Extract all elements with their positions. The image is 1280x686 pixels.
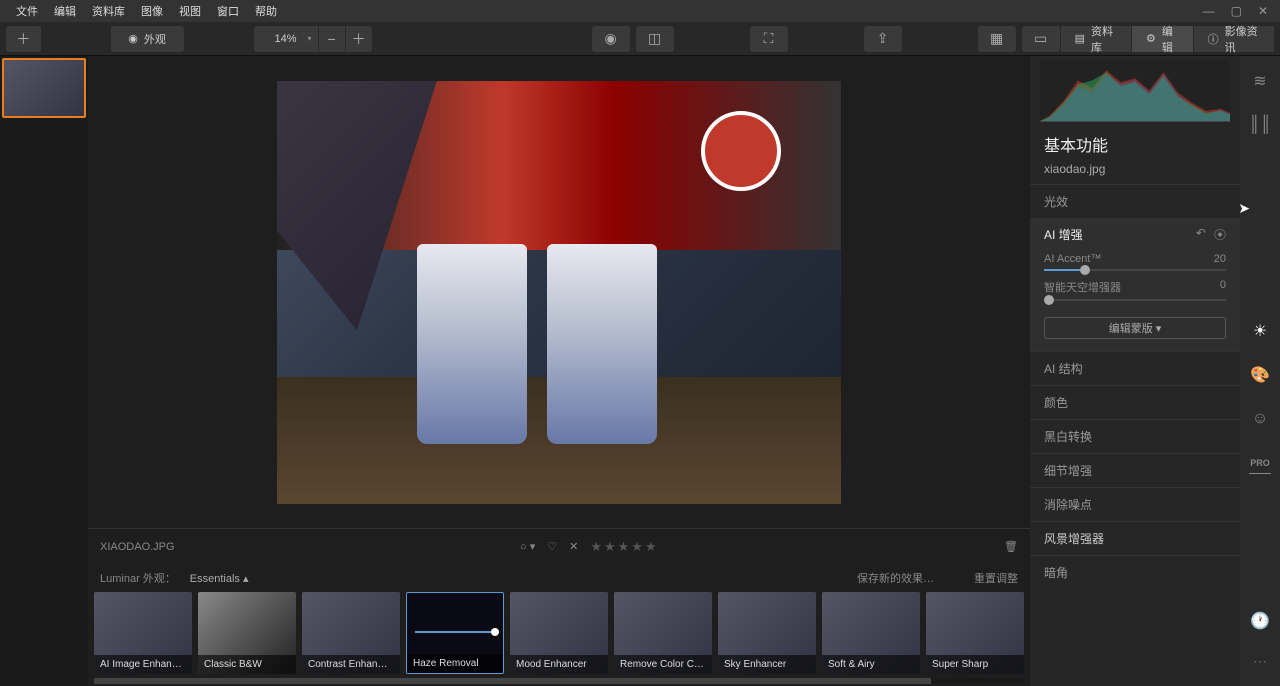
tab-library[interactable]: ▤ 资料库 (1061, 26, 1131, 52)
sliders-icon: ⚙ (1146, 32, 1156, 45)
presets-category-dropdown[interactable]: Essentials ▴ (190, 572, 249, 585)
tab-edit[interactable]: ⚙ 编辑 (1132, 26, 1193, 52)
ai-accent-value: 20 (1214, 253, 1226, 265)
preset-super-sharp[interactable]: Super Sharp (926, 592, 1024, 674)
luminar-looks-label: Luminar 外观： (100, 570, 176, 586)
preset-remove-color-cast[interactable]: Remove Color C… (614, 592, 712, 674)
preset-haze-removal[interactable]: Haze Removal (406, 592, 504, 674)
section-light[interactable]: 光效 (1030, 184, 1240, 218)
menu-edit[interactable]: 编辑 (46, 3, 84, 19)
section-ai-structure[interactable]: AI 结构 (1030, 351, 1240, 385)
history-icon[interactable]: 🕐 (1249, 610, 1271, 632)
tab-library-label: 资料库 (1091, 23, 1117, 55)
section-ai-enhance: AI 增强 ↶ ⦿ AI Accent™ 20 智能天空增强器 0 (1030, 218, 1240, 351)
section-bw[interactable]: 黑白转换 (1030, 419, 1240, 453)
ai-enhance-title: AI 增强 (1044, 226, 1083, 243)
menu-library[interactable]: 资料库 (84, 3, 133, 19)
preset-ai-image-enhancer[interactable]: AI Image Enhan… (94, 592, 192, 674)
edit-sidebar: 基本功能 xiaodao.jpg 光效 AI 增强 ↶ ⦿ AI Accent™… (1030, 56, 1240, 686)
library-icon: ▤ (1075, 32, 1085, 45)
eye-look-icon: ◉ (128, 32, 138, 45)
preset-mood-enhancer[interactable]: Mood Enhancer (510, 592, 608, 674)
main-area: XIAODAO.JPG ○ ▾ ♡ ✕ ★★★★★ 🗑 Luminar 外观： … (0, 56, 1280, 686)
presets-strip: AI Image Enhan… Classic B&W Contrast Enh… (88, 592, 1030, 678)
panel-title: 基本功能 (1030, 126, 1240, 160)
close-button[interactable]: ✕ (1254, 4, 1272, 18)
ai-accent-label: AI Accent™ (1044, 253, 1101, 265)
minimize-button[interactable]: — (1199, 4, 1219, 18)
tool-category-rail: ≋ ║║ ☀ 🎨 ☺ PRO 🕐 ⋯ (1240, 56, 1280, 686)
zoom-dropdown[interactable]: 14% (254, 26, 318, 52)
preset-soft-airy[interactable]: Soft & Airy (822, 592, 920, 674)
creative-icon[interactable]: 🎨 (1249, 364, 1271, 386)
export-button[interactable]: ⇪ (864, 26, 902, 52)
menu-window[interactable]: 窗口 (209, 3, 247, 19)
zoom-controls: 14% − ＋ (254, 26, 372, 52)
photo-preview (277, 81, 841, 504)
tab-edit-label: 编辑 (1162, 23, 1179, 55)
section-details[interactable]: 细节增强 (1030, 453, 1240, 487)
menu-help[interactable]: 帮助 (247, 3, 285, 19)
tab-info[interactable]: ⓘ 影像资讯 (1194, 26, 1274, 52)
grid-view-button[interactable]: ▦ (978, 26, 1016, 52)
crop-button[interactable]: ⛶ (750, 26, 788, 52)
look-label: 外观 (144, 31, 166, 47)
compare-toggle[interactable]: ◫ (636, 26, 674, 52)
zoom-in-button[interactable]: ＋ (346, 26, 372, 52)
look-button[interactable]: ◉ 外观 (111, 26, 184, 52)
panel-filename: xiaodao.jpg (1030, 160, 1240, 184)
toggle-icon[interactable]: ⦿ (1214, 226, 1226, 243)
section-color[interactable]: 颜色 (1030, 385, 1240, 419)
undo-icon[interactable]: ↶ (1196, 226, 1206, 243)
edit-mask-button[interactable]: 编辑蒙版 ▾ (1044, 317, 1226, 339)
canvas-tools-icon[interactable]: ║║ (1249, 114, 1271, 136)
ai-sky-label: 智能天空增强器 (1044, 279, 1121, 295)
more-icon[interactable]: ⋯ (1249, 650, 1271, 672)
essentials-icon[interactable]: ☀ (1249, 320, 1271, 342)
pro-icon[interactable]: PRO (1249, 452, 1271, 474)
ai-accent-slider[interactable]: AI Accent™ 20 (1044, 253, 1226, 271)
menu-file[interactable]: 文件 (8, 3, 46, 19)
canvas[interactable] (88, 56, 1030, 528)
image-filename: XIAODAO.JPG (100, 541, 175, 553)
portrait-icon[interactable]: ☺ (1249, 408, 1271, 430)
reset-adjustments-button[interactable]: 重置调整 (974, 570, 1018, 586)
single-view-button[interactable]: ▭ (1022, 26, 1060, 52)
menu-bar: 文件 编辑 资料库 图像 视图 窗口 帮助 — ▢ ✕ (0, 0, 1280, 22)
preset-sky-enhancer[interactable]: Sky Enhancer (718, 592, 816, 674)
preset-classic-bw[interactable]: Classic B&W (198, 592, 296, 674)
menu-image[interactable]: 图像 (133, 3, 171, 19)
thumbnail-selected[interactable] (2, 58, 86, 118)
ai-sky-slider[interactable]: 智能天空增强器 0 (1044, 279, 1226, 301)
tab-info-label: 影像资讯 (1225, 23, 1260, 55)
flag-icon[interactable]: ○ ▾ (520, 540, 535, 553)
info-icon: ⓘ (1208, 31, 1219, 47)
section-denoise[interactable]: 消除噪点 (1030, 487, 1240, 521)
menu-view[interactable]: 视图 (171, 3, 209, 19)
window-controls: — ▢ ✕ (1199, 4, 1272, 18)
ai-sky-value: 0 (1220, 279, 1226, 295)
maximize-button[interactable]: ▢ (1227, 4, 1246, 18)
presets-header: Luminar 外观： Essentials ▴ 保存新的效果… 重置调整 (88, 564, 1030, 592)
layers-icon[interactable]: ≋ (1249, 70, 1271, 92)
presets-scrollbar[interactable] (94, 678, 1024, 684)
histogram[interactable] (1040, 60, 1230, 122)
trash-button[interactable]: 🗑 (1004, 540, 1018, 553)
preset-contrast-enhancer[interactable]: Contrast Enhan… (302, 592, 400, 674)
canvas-area: XIAODAO.JPG ○ ▾ ♡ ✕ ★★★★★ 🗑 Luminar 外观： … (88, 56, 1030, 686)
favorite-icon[interactable]: ♡ (547, 540, 557, 553)
section-landscape[interactable]: 风景增强器 (1030, 521, 1240, 555)
image-info-bar: XIAODAO.JPG ○ ▾ ♡ ✕ ★★★★★ 🗑 (88, 528, 1030, 564)
left-filmstrip (0, 56, 88, 686)
add-button[interactable]: ＋ (6, 26, 41, 52)
toolbar: ＋ ◉ 外观 14% − ＋ ◉ ◫ ⛶ ⇪ ▦ ▭ ▤ 资料库 ⚙ 编辑 ⓘ … (0, 22, 1280, 56)
preview-toggle[interactable]: ◉ (592, 26, 630, 52)
rating-stars[interactable]: ★★★★★ (590, 539, 658, 555)
reject-icon[interactable]: ✕ (569, 540, 578, 553)
save-look-button[interactable]: 保存新的效果… (857, 570, 934, 586)
section-vignette[interactable]: 暗角 (1030, 555, 1240, 589)
zoom-out-button[interactable]: − (319, 26, 345, 52)
